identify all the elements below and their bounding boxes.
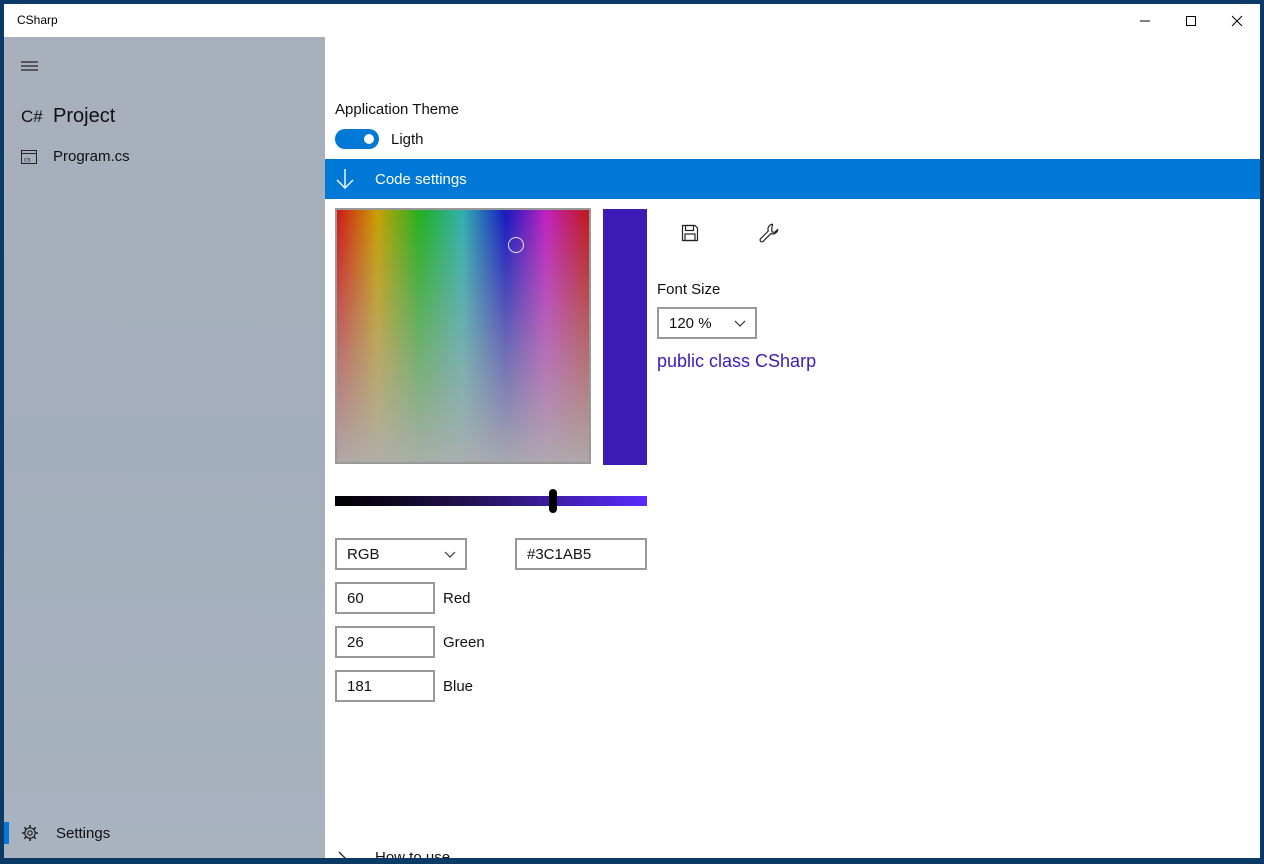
toggle-knob — [364, 134, 374, 144]
nav-item-project[interactable]: C# Project — [21, 105, 115, 128]
spectrum-selector[interactable] — [508, 237, 524, 253]
close-icon — [1231, 15, 1243, 26]
font-size-value: 120 % — [669, 314, 712, 332]
green-value: 26 — [347, 633, 364, 651]
theme-toggle-label: Ligth — [391, 131, 424, 148]
close-button[interactable] — [1214, 4, 1260, 37]
green-label: Green — [443, 634, 485, 651]
hamburger-icon[interactable] — [21, 59, 39, 73]
nav-item-label: Settings — [56, 824, 111, 842]
how-to-use-expander[interactable]: How to use — [335, 849, 450, 858]
title-bar: CSharp — [4, 4, 1260, 37]
color-value-slider[interactable] — [335, 489, 647, 513]
navigation-pane: C# Project cs Program.cs Settings — [4, 37, 325, 858]
nav-item-label: Program.cs — [53, 148, 130, 165]
nav-item-settings[interactable]: Settings — [4, 817, 325, 849]
chevron-down-icon — [444, 551, 456, 558]
code-settings-expander[interactable]: Code settings — [325, 159, 1260, 199]
theme-header: Application Theme — [335, 101, 459, 118]
green-input[interactable]: 26 — [335, 626, 435, 658]
hex-input[interactable]: #3C1AB5 — [515, 538, 647, 570]
font-size-select[interactable]: 120 % — [657, 307, 757, 339]
arrow-down-icon — [336, 169, 354, 189]
color-model-select[interactable]: RGB — [335, 538, 467, 570]
color-spectrum[interactable] — [335, 208, 591, 464]
chevron-down-icon — [734, 320, 746, 327]
chevron-right-icon — [338, 851, 346, 858]
red-label: Red — [443, 590, 471, 607]
window-title: CSharp — [17, 13, 58, 27]
wrench-button[interactable] — [757, 221, 781, 245]
blue-input[interactable]: 181 — [335, 670, 435, 702]
blue-value: 181 — [347, 677, 373, 695]
red-value: 60 — [347, 589, 364, 607]
spectrum-saturation — [337, 210, 589, 462]
expander-label: How to use — [375, 849, 451, 858]
color-model-value: RGB — [347, 545, 380, 563]
maximize-button[interactable] — [1168, 4, 1214, 37]
settings-page: Application Theme Ligth Code settings RG… — [325, 37, 1260, 858]
font-size-label: Font Size — [657, 281, 721, 298]
code-file-icon: cs — [21, 149, 37, 164]
hex-value: #3C1AB5 — [527, 545, 592, 563]
app-window: CSharp C# Project cs Program.cs Settings… — [4, 4, 1260, 858]
nav-item-program-cs[interactable]: cs Program.cs — [21, 148, 130, 165]
selection-indicator — [4, 822, 9, 844]
minimize-icon — [1140, 20, 1150, 21]
svg-text:cs: cs — [24, 156, 30, 163]
nav-item-label: Project — [53, 105, 116, 127]
slider-thumb[interactable] — [549, 489, 558, 513]
csharp-icon: C# — [21, 106, 43, 126]
gear-icon — [22, 825, 38, 841]
save-button[interactable] — [678, 221, 702, 245]
wrench-icon — [759, 223, 779, 243]
theme-toggle[interactable] — [335, 129, 379, 149]
expander-label: Code settings — [375, 170, 467, 188]
blue-label: Blue — [443, 678, 474, 695]
maximize-icon — [1186, 15, 1196, 26]
color-preview-swatch — [603, 209, 647, 465]
save-icon — [681, 224, 699, 242]
minimize-button[interactable] — [1122, 4, 1168, 37]
red-input[interactable]: 60 — [335, 582, 435, 614]
code-preview-text: public class CSharp — [657, 351, 817, 371]
